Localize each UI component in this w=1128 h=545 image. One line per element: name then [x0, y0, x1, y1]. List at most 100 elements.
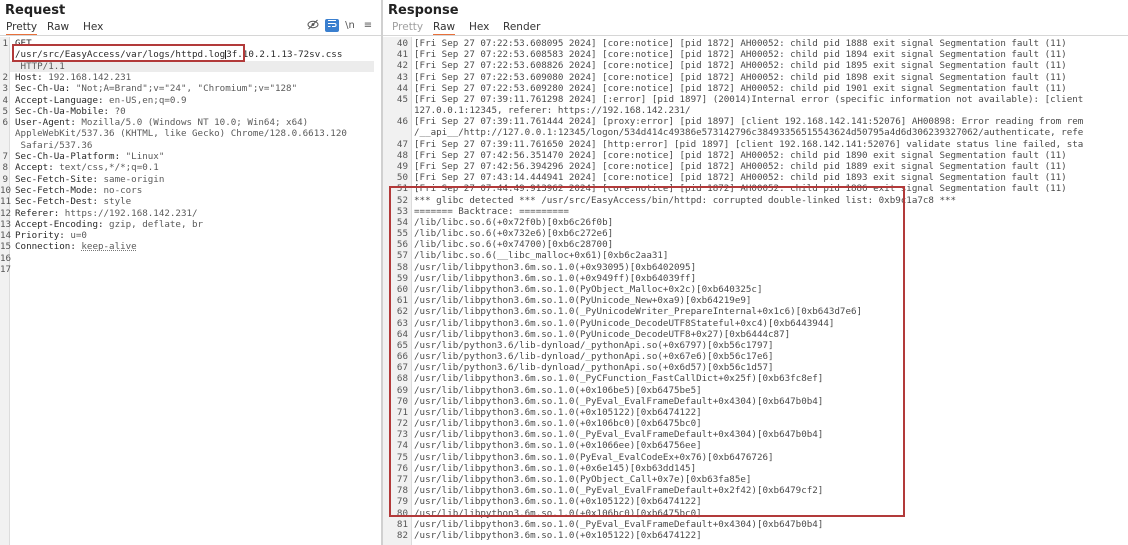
request-line: 14 Priority: u=0 [0, 230, 381, 241]
line-number: 12 [0, 207, 12, 219]
response-line: 54/lib/libc.so.6(+0x72f0b)[0xb6c26f0b] [383, 217, 1128, 228]
response-line: 61/usr/lib/libpython3.6m.so.1.0(PyUnicod… [383, 295, 1128, 306]
response-line: 45 [Fri Sep 27 07:39:11.761298 2024] [:er… [383, 94, 1128, 105]
log-line-text: /usr/lib/libpython3.6m.so.1.0(+0x949ff)[… [414, 272, 697, 284]
response-line: 64/usr/lib/libpython3.6m.so.1.0(PyUnicod… [383, 329, 1128, 340]
request-header: Accept-Language: en-US,en;q=0.9 [15, 95, 187, 106]
line-number: 51 [396, 183, 408, 195]
eye-slash-icon[interactable] [306, 19, 320, 32]
log-line-text: [Fri Sep 27 07:44:49.913962 2024] [core:… [414, 183, 1067, 195]
request-line: HTTP/1.1 [0, 61, 381, 72]
response-line: 53 ======= Backtrace: ========= [383, 206, 1128, 217]
line-number: 49 [396, 160, 408, 172]
request-line-text: HTTP/1.1 [15, 60, 65, 72]
request-tab-raw[interactable]: Raw [47, 21, 69, 33]
response-line: 75/usr/lib/libpython3.6m.so.1.0(PyEval_E… [383, 452, 1128, 463]
line-number: 78 [396, 485, 408, 497]
response-line: 66/usr/lib/python3.6/lib-dynload/_python… [383, 351, 1128, 362]
request-line: /usr/src/EasyAccess/var/logs/httpd.log3f… [0, 49, 381, 60]
header-value: same-origin [103, 173, 165, 185]
request-tab-divider [0, 35, 381, 36]
newline-toggle[interactable]: \n [343, 19, 357, 32]
line-number: 77 [396, 474, 408, 486]
request-line: 13 Accept-Encoding: gzip, deflate, br [0, 219, 381, 230]
log-line-text: /lib/libc.so.6(__libc_malloc+0x61)[0xb6c… [414, 250, 669, 262]
response-line: 78/usr/lib/libpython3.6m.so.1.0(_PyEval_… [383, 485, 1128, 496]
line-number: 75 [396, 451, 408, 463]
response-line: 65/usr/lib/python3.6/lib-dynload/_python… [383, 340, 1128, 351]
line-number: 53 [396, 205, 408, 217]
response-line: 69/usr/lib/libpython3.6m.so.1.0(+0x106be… [383, 385, 1128, 396]
request-pane: Request Pretty Raw Hex \n ≡ 1 GET/usr/src… [0, 0, 381, 545]
request-editor[interactable]: 1 GET/usr/src/EasyAccess/var/logs/httpd.l… [0, 37, 381, 545]
log-line-text: /lib/libc.so.6(+0x72f0b)[0xb6c26f0b] [414, 216, 614, 228]
line-number: 13 [0, 218, 12, 230]
request-tab-pretty[interactable]: Pretty [6, 21, 38, 36]
line-number: 6 [2, 117, 8, 129]
request-header: Host: 192.168.142.231 [15, 72, 131, 83]
line-number: 8 [2, 162, 8, 174]
log-line-text: /usr/lib/libpython3.6m.so.1.0(+0x106bc0)… [414, 507, 702, 519]
log-line-text: 127.0.0.1:12345, referer: https://192.16… [414, 105, 691, 117]
log-line-text: [Fri Sep 27 07:22:53.608583 2024] [core:… [414, 49, 1067, 61]
line-number: 82 [396, 529, 408, 541]
response-line: 59/usr/lib/libpython3.6m.so.1.0(+0x949ff… [383, 273, 1128, 284]
log-line-text: /usr/lib/libpython3.6m.so.1.0(_PyCFuncti… [414, 373, 824, 385]
line-number: 57 [396, 250, 408, 262]
line-number: 59 [396, 272, 408, 284]
line-number: 63 [396, 317, 408, 329]
header-value: gzip, deflate, br [109, 218, 204, 230]
response-line: 42 [Fri Sep 27 07:22:53.608826 2024] [cor… [383, 60, 1128, 71]
response-line: 58/usr/lib/libpython3.6m.so.1.0(+0x93095… [383, 262, 1128, 273]
header-value: ?0 [114, 105, 126, 117]
response-line: 41 [Fri Sep 27 07:22:53.608583 2024] [cor… [383, 49, 1128, 60]
header-name: Accept-Language: [15, 94, 110, 106]
wrap-lines-icon[interactable] [325, 19, 339, 32]
log-line-text: [Fri Sep 27 07:22:53.608095 2024] [core:… [414, 38, 1067, 49]
response-title: Response [388, 3, 459, 18]
response-line: 74/usr/lib/libpython3.6m.so.1.0(+0x1066e… [383, 440, 1128, 451]
log-line-text: *** glibc detected *** /usr/src/EasyAcce… [414, 194, 957, 206]
request-path-selected: /usr/src/EasyAccess/var/logs/httpd.log [15, 49, 226, 61]
response-tab-pretty[interactable]: Pretty [392, 21, 423, 33]
request-header: Priority: u=0 [15, 230, 87, 241]
log-line-text: [Fri Sep 27 07:39:11.761444 2024] [proxy… [414, 116, 1084, 128]
line-number: 69 [396, 384, 408, 396]
response-line: 52 *** glibc detected *** /usr/src/EasyAc… [383, 195, 1128, 206]
log-line-text: /usr/lib/libpython3.6m.so.1.0(+0x105122)… [414, 406, 702, 418]
log-line-text: [Fri Sep 27 07:39:11.761650 2024] [http:… [414, 138, 1084, 150]
response-line: 46 [Fri Sep 27 07:39:11.761444 2024] [pro… [383, 116, 1128, 127]
log-line-text: /usr/lib/libpython3.6m.so.1.0(_PyEval_Ev… [414, 485, 824, 497]
line-number: 15 [0, 241, 12, 253]
line-number: 79 [396, 496, 408, 508]
header-name: Sec-Fetch-Mode: [15, 184, 104, 196]
response-tab-render[interactable]: Render [503, 21, 540, 33]
line-number: 74 [396, 440, 408, 452]
header-value: en-US,en;q=0.9 [109, 94, 187, 106]
response-line: /__api__/http://127.0.0.1:12345/logon/53… [383, 127, 1128, 138]
log-line-text: ======= Backtrace: ========= [414, 205, 569, 217]
line-number: 11 [0, 196, 12, 208]
request-line: 15 Connection: keep-alive [0, 241, 381, 252]
response-line: 77/usr/lib/libpython3.6m.so.1.0(PyObject… [383, 474, 1128, 485]
header-name: Referer: [15, 207, 65, 219]
request-line: 9 Sec-Fetch-Site: same-origin [0, 174, 381, 185]
response-line: 81/usr/lib/libpython3.6m.so.1.0(_PyEval_… [383, 519, 1128, 530]
request-header: Referer: https://192.168.142.231/ [15, 208, 198, 219]
request-line: 16 [0, 253, 381, 264]
log-line-text: /lib/libc.so.6(+0x74700)[0xb6c28700] [414, 239, 614, 251]
log-line-text: [Fri Sep 27 07:39:11.761298 2024] [:erro… [414, 93, 1084, 105]
log-line-text: /usr/lib/libpython3.6m.so.1.0(+0x6e145)[… [414, 462, 697, 474]
response-tab-raw[interactable]: Raw [433, 21, 456, 36]
log-line-text: /usr/lib/libpython3.6m.so.1.0(PyUnicode_… [414, 317, 835, 329]
line-number: 64 [396, 328, 408, 340]
response-line: 57/lib/libc.so.6(__libc_malloc+0x61)[0xb… [383, 250, 1128, 261]
hamburger-menu-icon[interactable]: ≡ [361, 19, 375, 32]
request-header: Sec-Ch-Ua: "Not;A=Brand";v="24", "Chromi… [15, 83, 297, 94]
log-line-text: /usr/lib/libpython3.6m.so.1.0(_PyEval_Ev… [414, 395, 824, 407]
request-tab-hex[interactable]: Hex [83, 21, 103, 33]
line-number: 40 [396, 38, 408, 49]
header-name: Sec-Ch-Ua-Mobile: [15, 105, 115, 117]
response-tab-hex[interactable]: Hex [469, 21, 489, 33]
response-editor[interactable]: 40 [Fri Sep 27 07:22:53.608095 2024] [cor… [383, 37, 1128, 545]
